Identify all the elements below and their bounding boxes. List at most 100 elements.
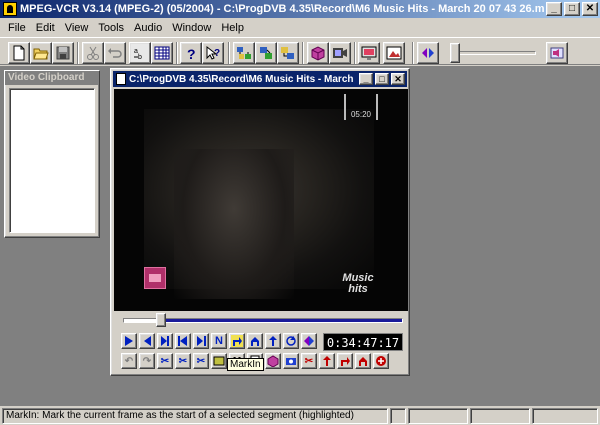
cut-start-icon: ✂ [160, 355, 170, 367]
loop-button[interactable] [283, 333, 299, 349]
mark-in-red-icon [341, 357, 350, 366]
go-start-button[interactable] [175, 333, 191, 349]
image-icon [386, 46, 402, 60]
cut-button[interactable] [82, 42, 104, 64]
cut-red-button[interactable]: ✂ [301, 353, 317, 369]
menu-audio[interactable]: Audio [129, 22, 167, 34]
camera-button[interactable] [283, 353, 299, 369]
export-icon [260, 47, 272, 59]
image-button[interactable] [383, 42, 405, 64]
go-mark-button[interactable] [265, 333, 281, 349]
undo-button[interactable] [104, 42, 126, 64]
cut-start-button[interactable]: ✂ [157, 353, 173, 369]
import-button[interactable] [277, 42, 299, 64]
menu-edit[interactable]: Edit [31, 22, 60, 34]
go-mark-icon [269, 336, 277, 346]
audio-button[interactable] [417, 42, 439, 64]
snapshot-icon [213, 356, 225, 366]
video-clipboard-panel: Video Clipboard [4, 70, 100, 238]
audio-toggle-button[interactable] [301, 333, 317, 349]
volume-slider-thumb[interactable] [450, 43, 460, 63]
undo-edit-button[interactable]: ↶ [121, 353, 137, 369]
video-window-title-bar[interactable]: C:\ProgDVB 4.35\Record\M6 Music Hits - M… [113, 71, 407, 87]
svg-text:b: b [138, 54, 142, 61]
video-maximize-button[interactable]: □ [375, 73, 389, 85]
timecode-display: 0:34:47:17 [323, 333, 403, 351]
help-button[interactable]: ? [180, 42, 202, 64]
cube-edit-button[interactable] [265, 353, 281, 369]
import-icon [281, 47, 294, 59]
monitor-button[interactable] [358, 42, 380, 64]
go-start-icon [178, 336, 187, 346]
cube-icon [311, 46, 325, 61]
mark-in-button[interactable] [229, 333, 245, 349]
context-help-button[interactable]: ? [202, 42, 224, 64]
close-button[interactable]: ✕ [582, 2, 598, 16]
step-forward-button[interactable] [157, 333, 173, 349]
video-minimize-button[interactable]: _ [359, 73, 373, 85]
text-view-button[interactable]: ab [129, 42, 151, 64]
cut-end-button[interactable]: ✂ [193, 353, 209, 369]
timeline-remaining [163, 319, 402, 322]
monitor-icon [361, 46, 377, 60]
mark-out-red-icon [359, 357, 367, 366]
status-bar: MarkIn: Mark the current frame as the st… [0, 406, 600, 425]
status-pane-4 [532, 408, 598, 424]
menu-file[interactable]: File [3, 22, 31, 34]
app-icon[interactable] [3, 2, 17, 16]
delete-button[interactable] [373, 353, 389, 369]
video-button[interactable] [329, 42, 351, 64]
minimize-button[interactable]: _ [546, 2, 562, 16]
menu-window[interactable]: Window [167, 22, 216, 34]
redo-edit-button[interactable]: ↷ [139, 353, 155, 369]
export-button[interactable] [255, 42, 277, 64]
network-icon [237, 47, 251, 59]
cube-button[interactable] [307, 42, 329, 64]
svg-text:?: ? [214, 48, 220, 59]
video-frame[interactable]: 05:20 Music hits [114, 89, 408, 311]
camera-icon [286, 358, 296, 365]
new-file-button[interactable] [8, 42, 30, 64]
main-title-bar[interactable]: MPEG-VCR V3.14 (MPEG-2) (05/2004) - C:\P… [0, 0, 600, 18]
volume-slider-track[interactable] [452, 51, 536, 55]
snapshot-button[interactable] [211, 353, 227, 369]
cut-end-icon: ✂ [196, 355, 206, 367]
menu-help[interactable]: Help [216, 22, 249, 34]
play-button[interactable] [121, 333, 137, 349]
video-close-button[interactable]: ✕ [391, 73, 405, 85]
video-clipboard-list[interactable] [9, 88, 95, 233]
new-file-icon [13, 45, 25, 61]
save-button[interactable] [52, 42, 74, 64]
step-forward-icon [161, 336, 169, 346]
timeline-thumb[interactable] [156, 313, 166, 327]
go-end-button[interactable] [193, 333, 209, 349]
film-icon [116, 73, 126, 85]
mark-out-icon [251, 337, 259, 346]
grid-view-button[interactable] [151, 42, 173, 64]
insert-button[interactable] [319, 353, 335, 369]
clock-overlay: 05:20 [344, 94, 378, 120]
maximize-button[interactable]: □ [564, 2, 580, 16]
mark-in-red-button[interactable] [337, 353, 353, 369]
menu-view[interactable]: View [60, 22, 94, 34]
speaker-icon [550, 47, 564, 59]
toolbar: ab ? ? [0, 37, 600, 65]
open-button[interactable] [30, 42, 52, 64]
grid-view-icon [154, 46, 170, 60]
step-back-button[interactable] [139, 333, 155, 349]
network-button[interactable] [233, 42, 255, 64]
video-clipboard-title: Video Clipboard [5, 71, 99, 85]
speaker-button[interactable] [546, 42, 568, 64]
menu-tools[interactable]: Tools [93, 22, 129, 34]
channel-logo [144, 267, 166, 289]
audio-toggle-icon [304, 336, 314, 346]
mark-out-button[interactable] [247, 333, 263, 349]
status-pane-1 [390, 408, 406, 424]
status-pane-2 [408, 408, 468, 424]
insert-icon [323, 356, 331, 366]
next-button[interactable]: N [211, 333, 227, 349]
cut-selection-button[interactable]: ✂ [175, 353, 191, 369]
redo-edit-icon: ↷ [142, 355, 152, 367]
cut-selection-icon: ✂ [178, 355, 188, 367]
mark-out-red-button[interactable] [355, 353, 371, 369]
